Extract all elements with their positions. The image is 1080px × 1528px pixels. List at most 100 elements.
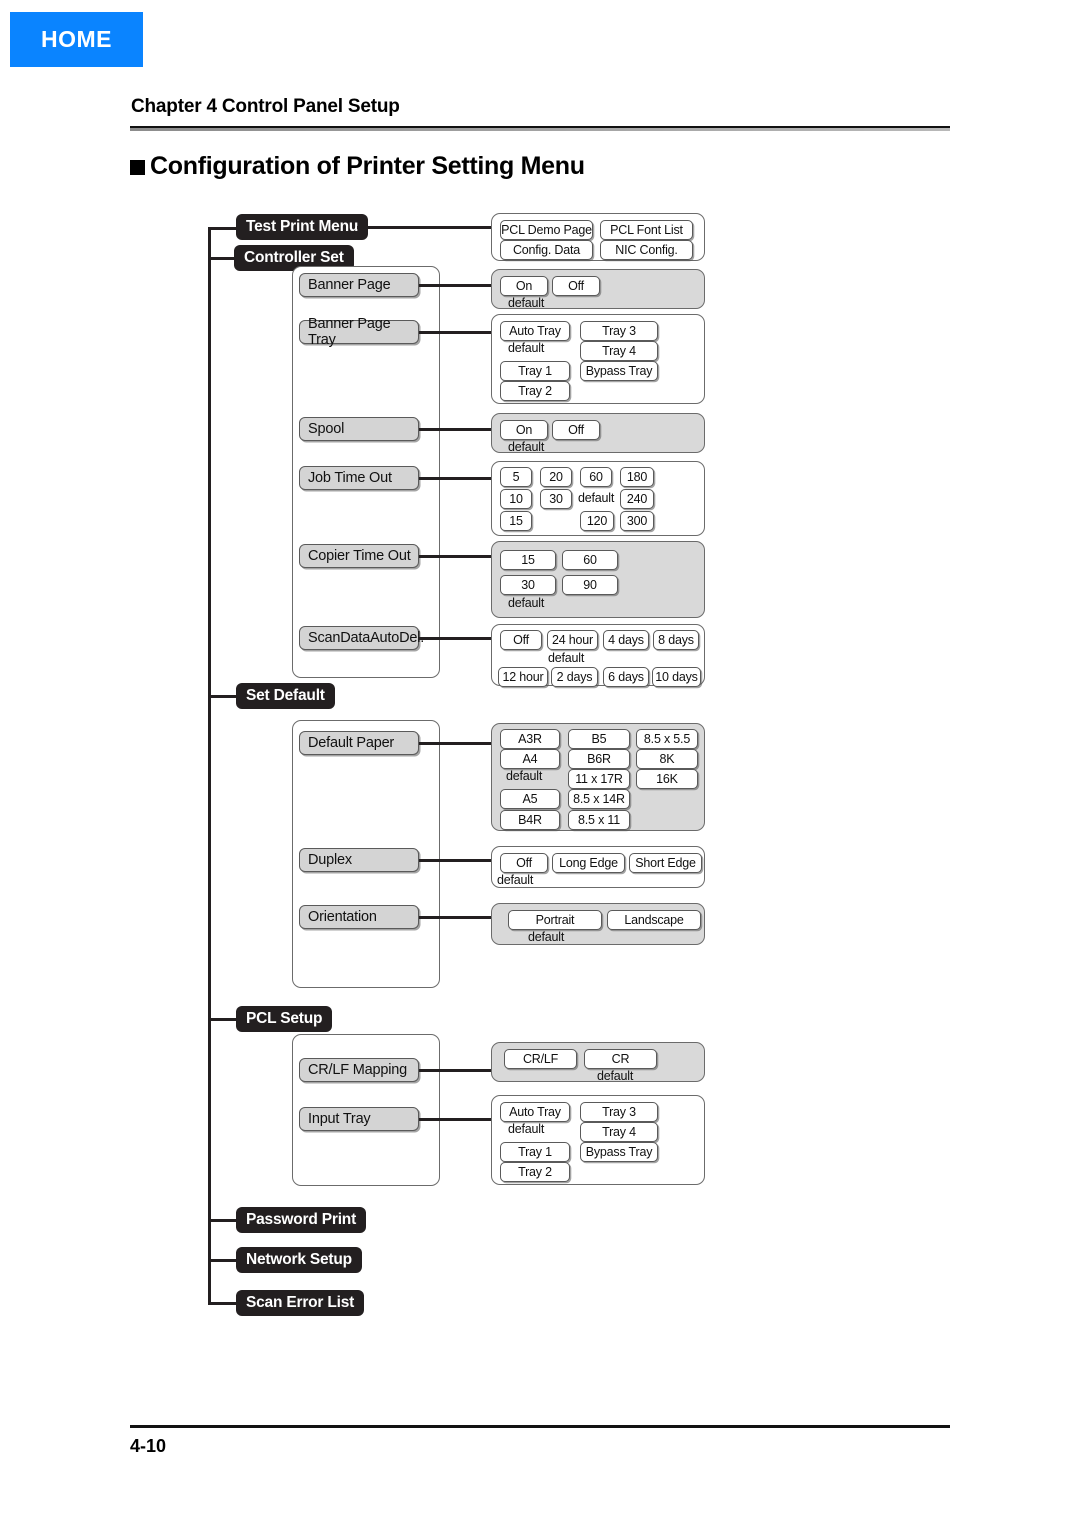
option-chip[interactable]: 180 <box>620 467 654 487</box>
option-chip[interactable]: Portrait <box>508 910 602 930</box>
option-label: Tray 3 <box>602 324 636 338</box>
option-chip[interactable]: 30 <box>540 489 572 509</box>
setting-scan-data-auto-del[interactable]: ScanDataAutoDel. <box>299 626 424 650</box>
option-chip[interactable]: 20 <box>540 467 572 487</box>
menu-item-network-setup[interactable]: Network Setup <box>236 1247 362 1273</box>
option-chip[interactable]: 8.5 x 14R <box>568 789 630 809</box>
option-chip[interactable]: A4 <box>500 749 560 769</box>
option-chip[interactable]: Tray 3 <box>580 1102 658 1122</box>
menu-item-password-print[interactable]: Password Print <box>236 1207 367 1233</box>
option-chip[interactable]: 120 <box>580 511 614 531</box>
option-label: 4 days <box>608 633 644 647</box>
option-label: 240 <box>626 492 648 506</box>
option-chip[interactable]: On <box>500 420 548 440</box>
option-chip[interactable]: 8.5 x 5.5 <box>636 729 698 749</box>
option-chip[interactable]: Tray 4 <box>580 1122 658 1142</box>
option-chip[interactable]: PCL Font List <box>600 220 693 240</box>
option-chip[interactable]: 30 <box>500 575 556 595</box>
option-label: Short Edge <box>635 856 696 870</box>
option-label: 15 <box>509 514 523 528</box>
setting-duplex[interactable]: Duplex <box>299 848 419 872</box>
option-chip[interactable]: Auto Tray <box>500 321 570 341</box>
option-chip[interactable]: Tray 4 <box>580 341 658 361</box>
options-test-print-menu: PCL Demo Page PCL Font List Config. Data… <box>491 213 705 261</box>
setting-banner-page-tray[interactable]: Banner Page Tray <box>299 316 419 348</box>
option-chip[interactable]: Off <box>500 630 542 650</box>
menu-item-test-print-menu[interactable]: Test Print Menu <box>236 214 369 240</box>
option-chip[interactable]: B6R <box>568 749 630 769</box>
option-chip[interactable]: Config. Data <box>500 240 593 260</box>
option-chip[interactable]: 12 hour <box>498 667 548 687</box>
option-chip[interactable]: 24 hour <box>547 630 598 650</box>
menu-item-set-default-label: Set Default <box>246 687 325 704</box>
option-chip[interactable]: 6 days <box>603 667 649 687</box>
option-label: Landscape <box>624 913 684 927</box>
option-chip[interactable]: Off <box>500 853 548 873</box>
footer-divider <box>130 1425 950 1428</box>
option-chip[interactable]: 2 days <box>551 667 598 687</box>
setting-label: Banner Page Tray <box>308 316 391 348</box>
option-chip[interactable]: B5 <box>568 729 630 749</box>
connector-input-tray <box>419 1118 495 1121</box>
option-chip[interactable]: 8 days <box>653 630 699 650</box>
option-chip[interactable]: Tray 1 <box>500 1142 570 1162</box>
option-chip[interactable]: Off <box>552 420 600 440</box>
setting-input-tray[interactable]: Input Tray <box>299 1107 419 1131</box>
option-chip[interactable]: A5 <box>500 789 560 809</box>
option-chip[interactable]: 15 <box>500 550 556 570</box>
option-chip[interactable]: 300 <box>620 511 654 531</box>
menu-item-set-default[interactable]: Set Default <box>236 683 335 709</box>
option-chip[interactable]: 10 days <box>652 667 701 687</box>
option-chip[interactable]: PCL Demo Page <box>500 220 593 240</box>
option-chip[interactable]: NIC Config. <box>600 240 693 260</box>
option-label: B4R <box>518 813 542 827</box>
setting-banner-page[interactable]: Banner Page <box>299 273 419 297</box>
option-chip[interactable]: 8K <box>636 749 698 769</box>
trunk-line-main <box>208 228 211 1303</box>
option-chip[interactable]: Bypass Tray <box>580 361 658 381</box>
option-chip[interactable]: 240 <box>620 489 654 509</box>
option-chip[interactable]: 90 <box>562 575 618 595</box>
option-chip[interactable]: 8.5 x 11 <box>568 810 630 830</box>
branch-set-default <box>208 695 238 698</box>
option-chip[interactable]: Tray 2 <box>500 1162 570 1182</box>
option-chip[interactable]: CR <box>584 1049 657 1069</box>
setting-spool[interactable]: Spool <box>299 417 419 441</box>
default-marker: default <box>597 1069 634 1083</box>
option-label: 10 days <box>655 670 698 684</box>
options-copier-time-out: 15 60 30 90 default <box>491 541 705 618</box>
option-label: 90 <box>583 578 597 592</box>
option-chip[interactable]: 16K <box>636 769 698 789</box>
option-label: Auto Tray <box>509 324 561 338</box>
option-chip[interactable]: 10 <box>500 489 532 509</box>
option-label: NIC Config. <box>615 243 678 257</box>
setting-default-paper[interactable]: Default Paper <box>299 731 419 755</box>
option-chip[interactable]: 60 <box>580 467 612 487</box>
menu-item-pcl-setup[interactable]: PCL Setup <box>236 1006 333 1032</box>
setting-cr-lf-mapping[interactable]: CR/LF Mapping <box>299 1058 419 1082</box>
setting-orientation[interactable]: Orientation <box>299 905 419 929</box>
setting-label: Duplex <box>308 852 352 868</box>
option-chip[interactable]: A3R <box>500 729 560 749</box>
option-chip[interactable]: Auto Tray <box>500 1102 570 1122</box>
option-chip[interactable]: Short Edge <box>629 853 702 873</box>
option-chip[interactable]: Tray 3 <box>580 321 658 341</box>
branch-pcl-setup <box>208 1018 238 1021</box>
option-chip[interactable]: 60 <box>562 550 618 570</box>
setting-copier-time-out[interactable]: Copier Time Out <box>299 544 419 568</box>
menu-item-scan-error-list[interactable]: Scan Error List <box>236 1290 365 1316</box>
option-chip[interactable]: CR/LF <box>504 1049 577 1069</box>
option-chip[interactable]: B4R <box>500 810 560 830</box>
option-chip[interactable]: Landscape <box>607 910 701 930</box>
option-chip[interactable]: Tray 1 <box>500 361 570 381</box>
option-chip[interactable]: Bypass Tray <box>580 1142 658 1162</box>
option-chip[interactable]: Off <box>552 276 600 296</box>
option-chip[interactable]: On <box>500 276 548 296</box>
option-chip[interactable]: Tray 2 <box>500 381 570 401</box>
setting-job-time-out[interactable]: Job Time Out <box>299 466 419 490</box>
option-chip[interactable]: 5 <box>500 467 532 487</box>
option-chip[interactable]: 15 <box>500 511 532 531</box>
option-chip[interactable]: 4 days <box>603 630 649 650</box>
option-chip[interactable]: 11 x 17R <box>568 769 630 789</box>
option-chip[interactable]: Long Edge <box>552 853 625 873</box>
